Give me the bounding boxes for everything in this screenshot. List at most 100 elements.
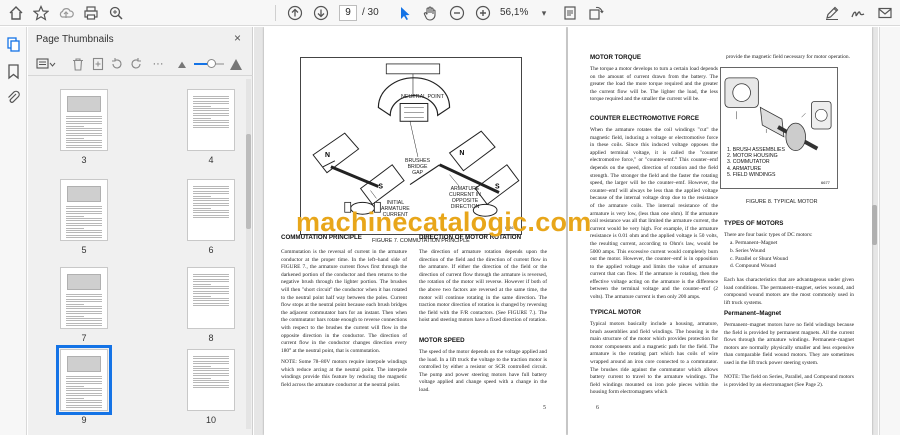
zoom-out-icon[interactable] [448, 4, 466, 22]
page-thumbnail[interactable] [56, 345, 112, 415]
zoom-search-icon[interactable] [107, 4, 125, 22]
zoom-in-icon[interactable] [474, 4, 492, 22]
document-page-6: MOTOR TORQUE The torque a motor develops… [568, 27, 872, 435]
label-neutral-point: NEUTRAL POINT [401, 94, 444, 100]
page-thumbnail[interactable] [60, 267, 108, 329]
document-viewport[interactable]: N S N S NEUTRAL POINT BRUSHES BRIDGE GAP… [254, 27, 878, 435]
sign-icon[interactable] [849, 4, 867, 22]
page-up-icon[interactable] [286, 4, 304, 22]
trash-icon[interactable] [71, 56, 85, 72]
document-scrollbar[interactable] [872, 30, 877, 430]
thumbnail-page-number: 7 [81, 333, 87, 343]
thumbnail-text-line [193, 210, 229, 211]
slider-handle[interactable] [206, 59, 216, 68]
fit-page-icon[interactable] [561, 4, 579, 22]
thumbnail-text-line [193, 360, 229, 362]
legend-item: 5. FIELD WINDINGS [727, 171, 776, 178]
thumbnail-text-line [66, 385, 84, 387]
thumbnail-text-line [66, 120, 102, 122]
thumbnail-text-line [193, 193, 229, 195]
thumbnail-text-line [66, 130, 102, 132]
thumbnail-text-line [193, 380, 229, 381]
thumbnail-text-line [66, 298, 102, 300]
heading-types-of-motors: TYPES OF MOTORS [724, 220, 784, 227]
thumbnail-scrollbar[interactable] [246, 79, 251, 429]
thumbnail-text-line [66, 402, 102, 404]
select-cursor-icon[interactable] [396, 4, 414, 22]
thumbnails-panel: Page Thumbnails × ··· 3 4 5 6 7 8 9 10 [28, 27, 253, 435]
thumbnail-text-line [66, 222, 102, 224]
thumbnail-text-line [66, 118, 102, 120]
paragraph-rotation: The direction of armature rotation depen… [419, 249, 547, 324]
bookmarks-icon[interactable] [5, 63, 22, 80]
insert-page-icon[interactable] [91, 56, 105, 72]
close-icon[interactable]: × [234, 31, 241, 45]
thumbnail-text-line [193, 288, 229, 290]
share-edit-icon[interactable] [823, 4, 841, 22]
more-options-icon[interactable]: ··· [151, 56, 165, 72]
thumbnail-options-icon[interactable] [35, 56, 57, 72]
typical-motor-figure: 1. BRUSH ASSEMBLIES 2. MOTOR HOUSING 3. … [720, 67, 838, 189]
zoom-out-small-icon[interactable] [176, 56, 188, 72]
list-item: b. Series Wound [730, 247, 766, 254]
thumbnail-text-line [193, 298, 229, 299]
paragraph-intro: provide the magnetic field necessary for… [726, 54, 850, 60]
thumbnail-page-number: 4 [208, 155, 214, 165]
list-item: a. Permanent–Magnet [730, 240, 778, 246]
thumbnail-text-line [66, 140, 102, 141]
thumbnail-text-line [66, 303, 84, 305]
pages-icon[interactable] [5, 36, 22, 53]
thumbnail-text-line [193, 195, 211, 197]
heading-counter-emf: COUNTER ELECTROMOTIVE FORCE [590, 115, 699, 122]
page-down-icon[interactable] [312, 4, 330, 22]
email-icon[interactable] [876, 4, 894, 22]
hand-icon[interactable] [421, 4, 439, 22]
thumbnail-text-line [193, 377, 211, 379]
paragraph-motor-speed: The speed of the motor depends on the vo… [419, 349, 547, 393]
scrollbar-thumb[interactable] [872, 205, 877, 245]
rotate-cw-icon[interactable] [129, 56, 143, 72]
page-number-input[interactable]: 9 [339, 5, 357, 21]
rotate-icon[interactable] [587, 4, 605, 22]
thumbnail-text-line [193, 368, 229, 369]
attachments-icon[interactable] [5, 89, 22, 106]
thumbnail-text-line [66, 308, 102, 310]
rotate-ccw-icon[interactable] [110, 56, 124, 72]
thumbnail-text-line [66, 313, 102, 315]
thumbnail-text-line [66, 144, 102, 146]
thumbnail-text-line [66, 142, 102, 144]
thumbnail-text-line [193, 358, 229, 360]
paragraph-typical-motor: Typical motors basically include a housi… [590, 321, 718, 396]
thumbnail-page-number: 9 [81, 415, 87, 425]
heading-motor-speed: MOTOR SPEED [419, 337, 465, 344]
zoom-dropdown-icon[interactable]: ▾ [535, 4, 553, 22]
scrollbar-thumb[interactable] [246, 134, 251, 229]
thumbnail-text-line [66, 404, 102, 406]
thumbnail-text-line [66, 390, 102, 392]
paragraph-torque: The torque a motor develops to turn a ce… [590, 66, 718, 103]
thumbnail-text-line [66, 383, 102, 385]
thumbnail-text-line [193, 98, 229, 100]
thumbnail-size-slider[interactable] [194, 59, 224, 68]
thumbnail-text-line [66, 125, 84, 127]
thumbnail-text-line [193, 188, 229, 190]
page-thumbnail[interactable] [187, 89, 235, 151]
zoom-in-small-icon[interactable] [229, 56, 243, 72]
page-thumbnail[interactable] [187, 267, 235, 329]
home-icon[interactable] [7, 4, 25, 22]
page-thumbnail[interactable] [60, 89, 108, 151]
thumbnail-text-line [66, 208, 102, 210]
page-thumbnail[interactable] [187, 179, 235, 241]
thumbnail-text-line [193, 384, 229, 386]
page-thumbnail[interactable] [60, 179, 108, 241]
thumbnail-text-line [66, 234, 102, 236]
thumbnail-text-line [66, 215, 84, 217]
page-thumbnail[interactable] [187, 349, 235, 411]
bookmark-star-icon[interactable] [32, 4, 50, 22]
print-icon[interactable] [82, 4, 100, 22]
list-item: c. Parallel or Shunt Wound [730, 255, 789, 262]
cloud-upload-icon[interactable] [57, 4, 75, 22]
thumbnail-text-line [66, 310, 102, 312]
thumbnail-text-line [66, 135, 102, 137]
thumbnail-text-line [66, 407, 102, 409]
